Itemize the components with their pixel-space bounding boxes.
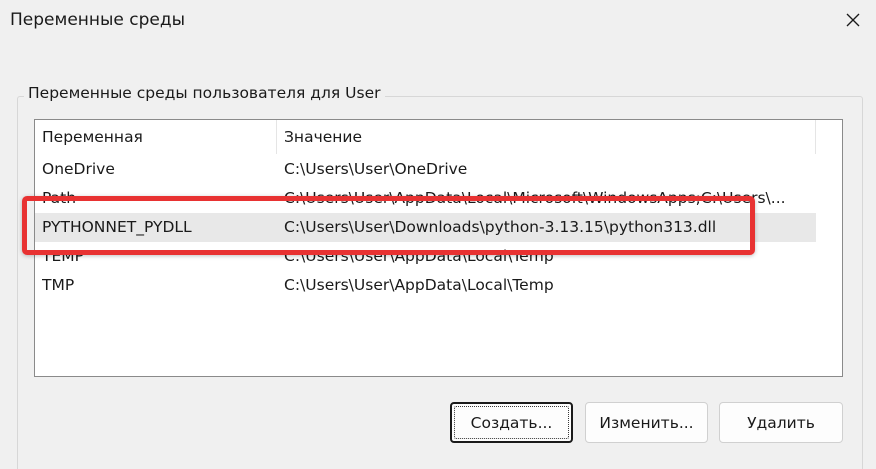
close-button[interactable] — [830, 0, 876, 40]
list-item[interactable]: TMP C:\Users\User\AppData\Local\Temp — [35, 271, 842, 300]
variable-name: OneDrive — [42, 160, 115, 178]
environment-variables-dialog: Переменные среды Переменные среды пользо… — [0, 0, 876, 469]
variable-value: C:\Users\User\AppData\Local\Temp — [284, 247, 554, 265]
variable-value: C:\Users\User\AppData\Local\Temp — [284, 276, 554, 294]
variable-value: C:\Users\User\Downloads\python-3.13.15\p… — [284, 218, 717, 236]
title-bar: Переменные среды — [0, 0, 876, 44]
user-variables-group-label: Переменные среды пользователя для User — [24, 84, 385, 102]
column-header-variable[interactable]: Переменная — [35, 120, 277, 154]
close-icon — [846, 13, 860, 27]
user-variables-list[interactable]: Переменная Значение OneDrive C:\Users\Us… — [34, 119, 843, 377]
variable-name: PYTHONNET_PYDLL — [42, 218, 192, 236]
list-item-selected[interactable]: PYTHONNET_PYDLL C:\Users\User\Downloads\… — [35, 213, 842, 242]
list-item[interactable]: Path C:\Users\User\AppData\Local\Microso… — [35, 184, 842, 213]
column-header-value[interactable]: Значение — [277, 120, 816, 154]
variable-value: C:\Users\User\AppData\Local\Microsoft\Wi… — [284, 189, 786, 207]
variable-value: C:\Users\User\OneDrive — [284, 160, 468, 178]
edit-button[interactable]: Изменить... — [585, 402, 708, 443]
list-header: Переменная Значение — [35, 120, 842, 154]
list-item[interactable]: OneDrive C:\Users\User\OneDrive — [35, 155, 842, 184]
focus-ring — [454, 406, 569, 439]
list-rows: OneDrive C:\Users\User\OneDrive Path C:\… — [35, 155, 842, 300]
window-title: Переменные среды — [10, 10, 186, 30]
variable-name: TEMP — [42, 247, 84, 265]
list-item[interactable]: TEMP C:\Users\User\AppData\Local\Temp — [35, 242, 842, 271]
create-button[interactable]: Создать... — [450, 402, 573, 443]
variable-name: Path — [42, 189, 77, 207]
variable-name: TMP — [42, 276, 75, 294]
delete-button[interactable]: Удалить — [719, 402, 843, 443]
